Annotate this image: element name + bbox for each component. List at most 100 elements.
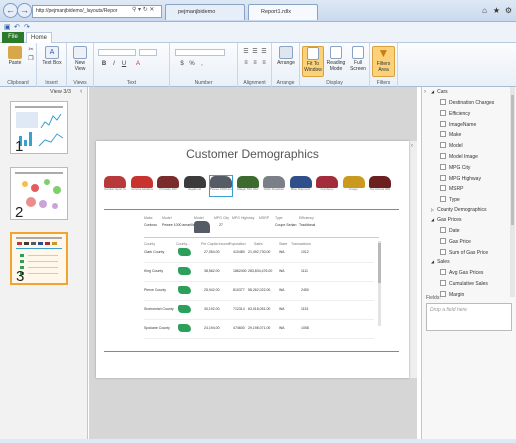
new-view-button[interactable]: New View [69, 46, 91, 72]
collapsed-icon[interactable]: ▷ [431, 207, 434, 212]
collapse-pane-icon[interactable]: ‹ [80, 88, 82, 95]
thousands-icon[interactable]: , [198, 61, 206, 68]
align-top-icon[interactable]: ☰ [242, 49, 250, 56]
field-checkbox[interactable] [440, 185, 446, 192]
back-icon[interactable]: ← [3, 3, 18, 18]
filters-area-button[interactable]: ▼ Filters Area [372, 46, 395, 77]
car-tile[interactable]: Fuego [342, 176, 365, 196]
copy-icon[interactable]: ❐ [27, 56, 35, 63]
field-item[interactable]: MPG City [440, 163, 470, 171]
field-checkbox[interactable] [440, 227, 446, 233]
field-item[interactable]: Cumulative Sales [440, 280, 488, 287]
county-table-scrollbar[interactable] [378, 241, 381, 326]
field-item[interactable]: Date [440, 227, 460, 234]
field-checkbox[interactable] [440, 248, 446, 255]
full-screen-button[interactable]: Full Screen [347, 46, 369, 72]
tab-home[interactable]: Home [26, 32, 52, 43]
arrange-button[interactable]: Arrange [274, 46, 298, 67]
car-tile[interactable]: Adagio 500 Hbd [236, 176, 259, 196]
field-checkbox[interactable] [440, 99, 446, 105]
car-tile[interactable]: Pinnacle 200 [157, 176, 179, 196]
align-middle-icon[interactable]: ☰ [251, 49, 259, 56]
browser-tab-site[interactable]: pejmanjbidemo [165, 4, 245, 20]
car-tile[interactable]: Cambio Sport Cup [104, 176, 126, 196]
forward-icon[interactable]: → [17, 3, 32, 18]
field-item[interactable]: Sum of Gas Price [440, 248, 488, 256]
car-tile[interactable]: Vagabond [183, 176, 206, 196]
text-box-button[interactable]: A Text Box [40, 46, 64, 67]
settings-icon[interactable]: ⚙ [504, 6, 513, 15]
collapse-fields-icon[interactable]: › [424, 89, 426, 95]
home-icon[interactable]: ⌂ [480, 6, 489, 15]
field-item[interactable]: Make [440, 131, 461, 138]
expand-right-icon[interactable]: ‹ [411, 143, 413, 149]
reading-mode-button[interactable]: Reading Mode [325, 46, 347, 72]
car-tile[interactable]: Sol Azteca 300 [369, 176, 391, 196]
car-tile[interactable]: Pewee 1000 amarilla [209, 175, 233, 197]
field-checkbox[interactable] [440, 163, 446, 170]
field-item[interactable]: Type [440, 196, 460, 203]
view-thumbnail-2[interactable]: 2 [10, 167, 68, 221]
field-table[interactable]: ▷ County Demographics [431, 207, 487, 213]
field-item[interactable]: Model Image [440, 153, 478, 160]
align-bottom-icon[interactable]: ☰ [260, 49, 268, 56]
field-checkbox[interactable] [440, 153, 446, 159]
undo-icon[interactable]: ↶ [14, 23, 20, 31]
fit-to-window-button[interactable]: Fit To Window [302, 46, 324, 77]
field-item[interactable]: Margin [440, 291, 464, 298]
view-thumbnail-1[interactable]: 1 [10, 101, 68, 155]
field-table[interactable]: ◢ Sales [431, 259, 450, 265]
field-checkbox[interactable] [440, 174, 446, 181]
field-item[interactable]: Model [440, 142, 463, 149]
redo-icon[interactable]: ↷ [24, 23, 30, 31]
tab-file[interactable]: File [2, 32, 24, 43]
car-tile[interactable]: Ferreria Adelante [130, 176, 153, 196]
bold-icon[interactable]: B [100, 61, 108, 68]
field-table[interactable]: ◢ Cars [431, 89, 448, 95]
car-tile[interactable]: Vellor Roadster [263, 176, 285, 196]
car-tile[interactable]: Blue Diamond [289, 176, 312, 196]
italic-icon[interactable]: I [110, 61, 118, 68]
car-tile[interactable]: Cranberry [316, 176, 338, 196]
currency-icon[interactable]: $ [178, 61, 186, 68]
field-checkbox[interactable] [440, 142, 446, 149]
field-checkbox[interactable] [440, 109, 446, 116]
view-thumbnail-3[interactable]: 3 [10, 232, 68, 285]
field-item[interactable]: MSRP [440, 185, 463, 192]
field-item[interactable]: Gas Price [440, 237, 471, 245]
field-checkbox[interactable] [440, 237, 446, 244]
field-checkbox[interactable] [440, 196, 446, 203]
expanded-icon[interactable]: ◢ [431, 217, 434, 222]
field-item[interactable]: Avg Gas Prices [440, 269, 483, 276]
paste-button[interactable]: Paste [3, 46, 27, 67]
county-table-scroll-thumb[interactable] [378, 243, 381, 283]
field-table[interactable]: ◢ Gas Prices [431, 217, 462, 223]
favorites-icon[interactable]: ★ [492, 6, 501, 15]
field-checkbox[interactable] [440, 291, 446, 297]
field-checkbox[interactable] [440, 269, 446, 276]
browser-tab-report[interactable]: Report1.rdlx [248, 4, 318, 20]
field-list-scroll-thumb[interactable] [511, 95, 514, 225]
field-list-scrollbar[interactable] [510, 87, 515, 297]
field-checkbox[interactable] [440, 120, 446, 127]
cut-icon[interactable]: ✂ [27, 47, 35, 54]
font-family-combo[interactable] [98, 49, 136, 56]
field-item[interactable]: MPG Highway [440, 174, 481, 182]
font-size-combo[interactable] [139, 49, 157, 56]
align-left-icon[interactable]: ≡ [242, 60, 250, 67]
expanded-icon[interactable]: ◢ [431, 89, 434, 94]
align-right-icon[interactable]: ≡ [260, 60, 268, 67]
field-checkbox[interactable] [440, 280, 446, 287]
field-item[interactable]: Efficiency [440, 109, 470, 117]
address-tools-icon[interactable]: ⚲ ▾ ↻ ✕ [132, 6, 154, 13]
fields-drop-zone[interactable]: Drop a field here [426, 303, 512, 331]
field-checkbox[interactable] [440, 131, 446, 138]
save-icon[interactable]: ▣ [4, 23, 11, 31]
align-center-icon[interactable]: ≡ [251, 60, 259, 67]
underline-icon[interactable]: U [120, 61, 128, 68]
expanded-icon[interactable]: ◢ [431, 259, 434, 264]
number-format-combo[interactable] [175, 49, 225, 56]
percent-icon[interactable]: % [188, 61, 196, 68]
font-color-icon[interactable]: A [134, 61, 142, 68]
field-item[interactable]: Destination Charges [440, 99, 494, 106]
